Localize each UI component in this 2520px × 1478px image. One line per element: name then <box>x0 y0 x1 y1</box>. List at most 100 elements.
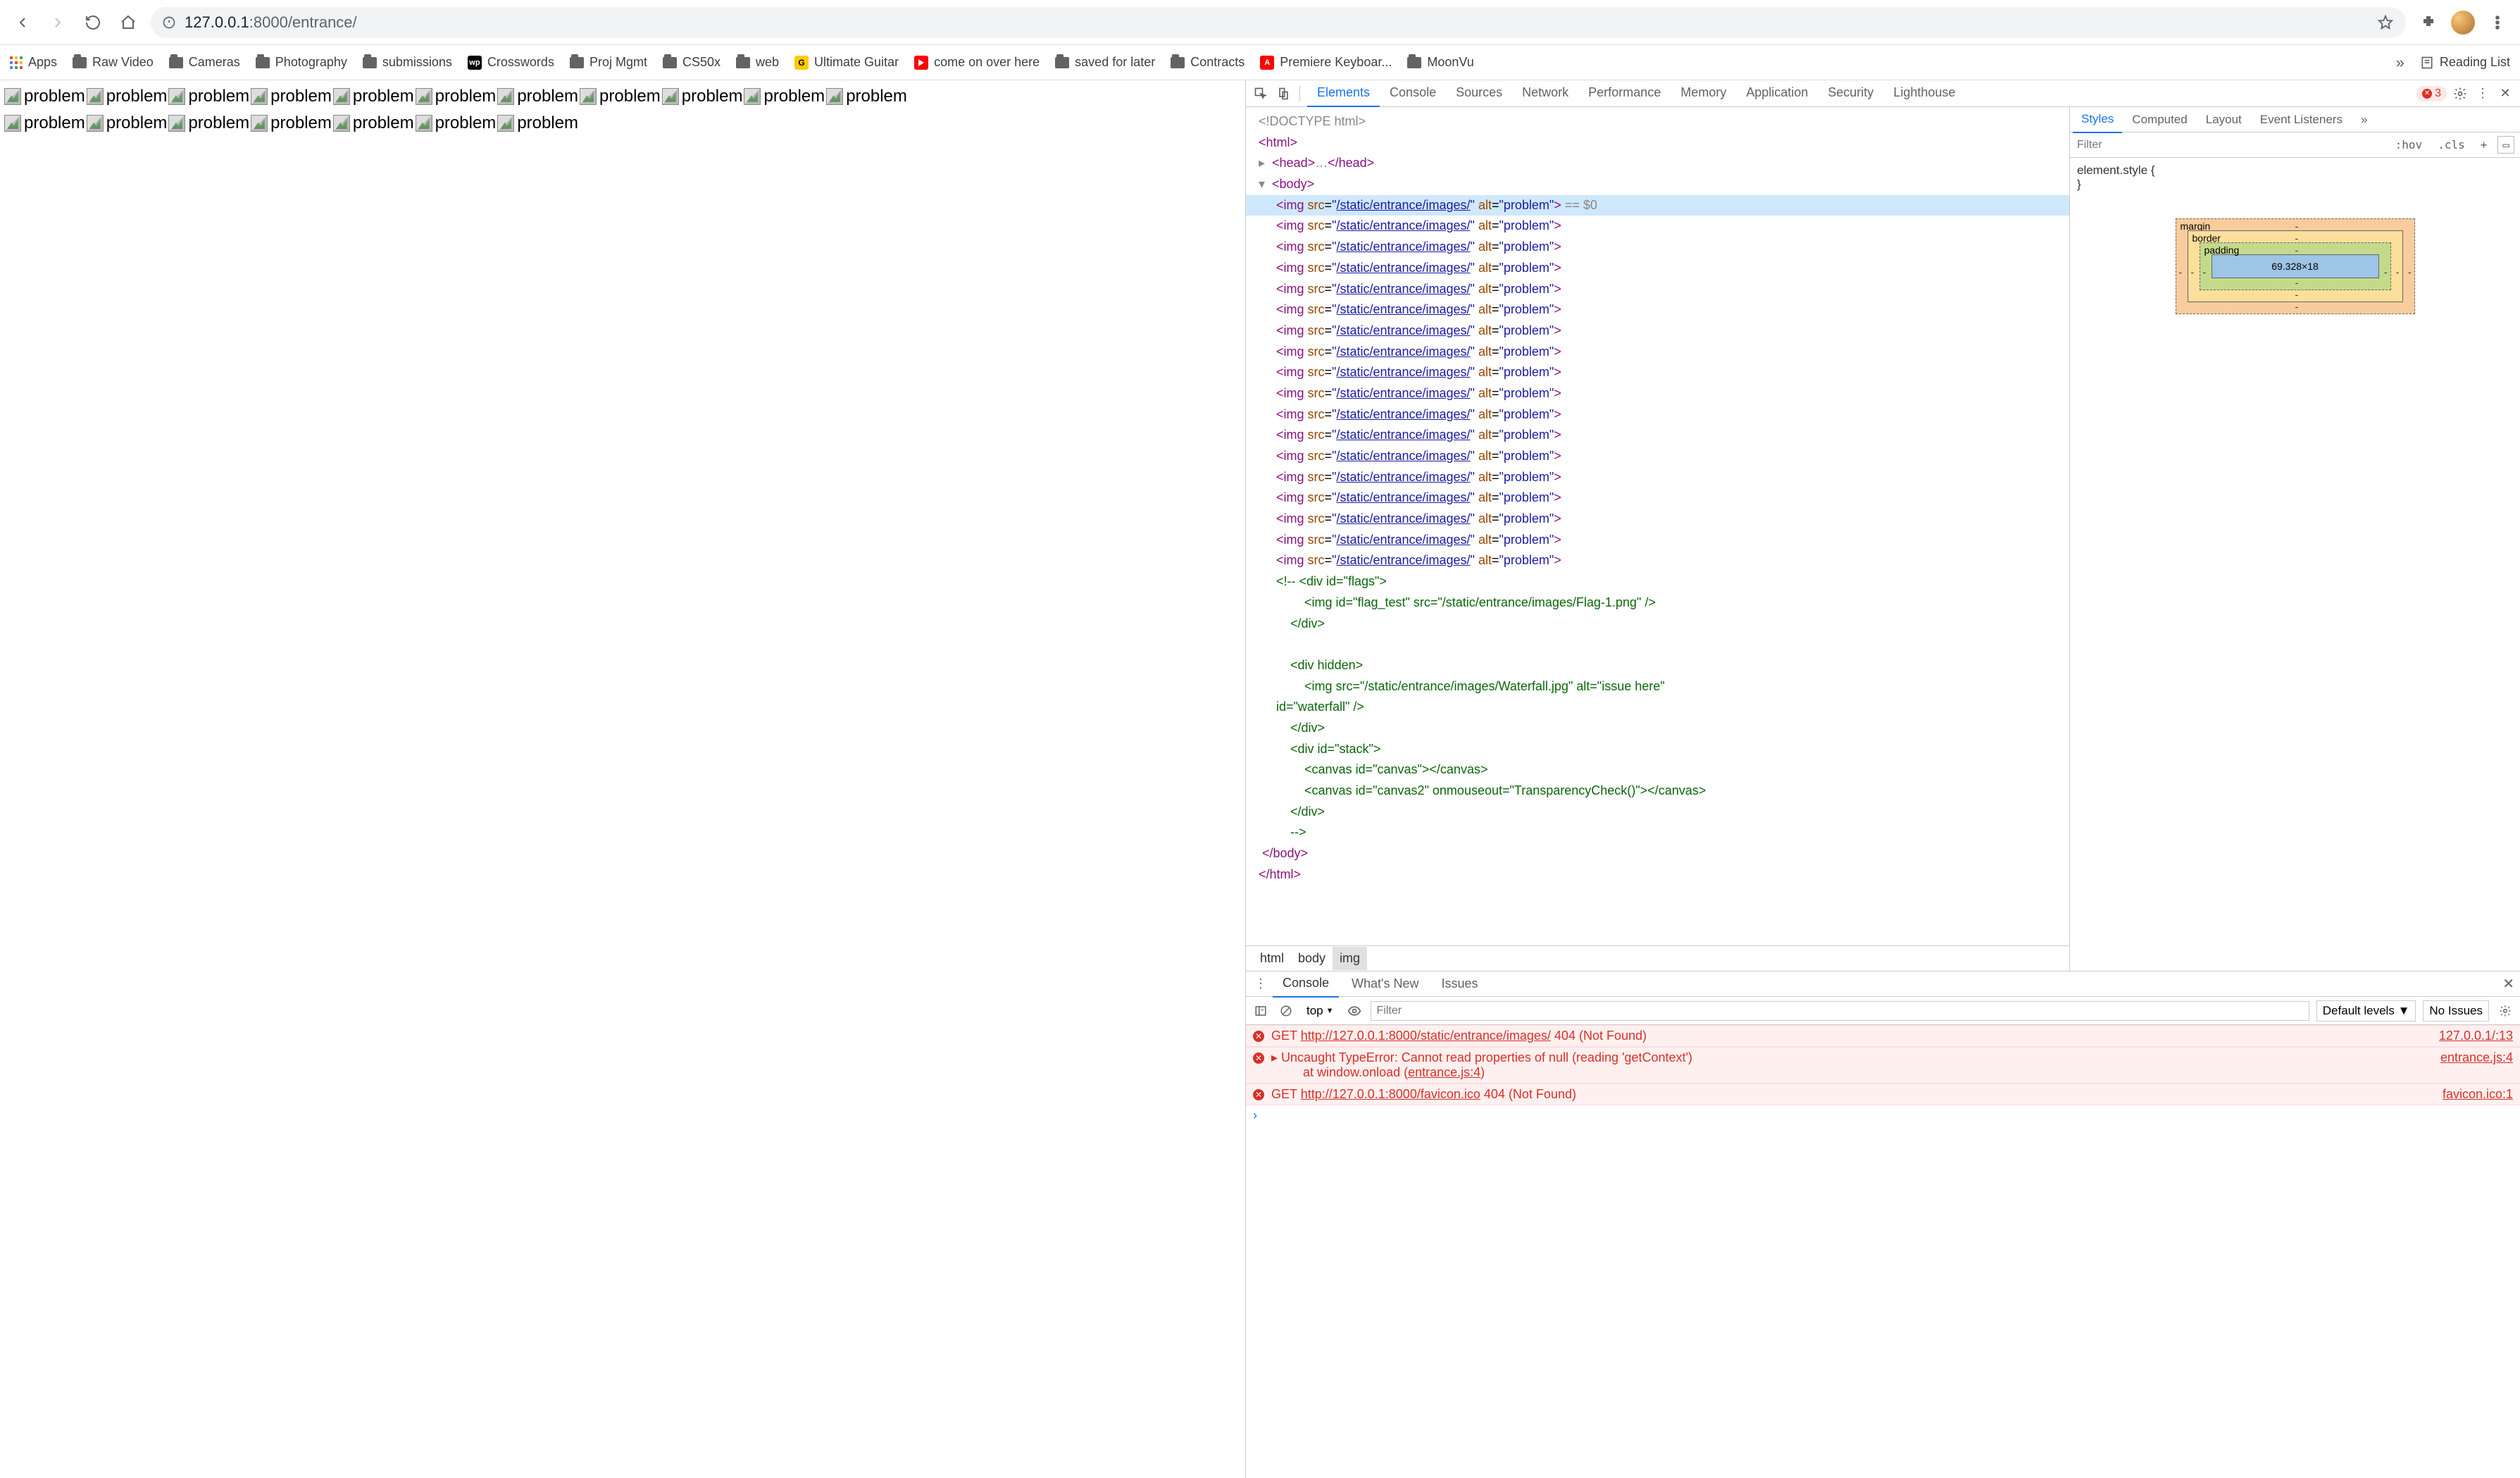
inspect-icon[interactable] <box>1252 85 1270 103</box>
broken-image: problem <box>580 85 661 108</box>
bookmark-item[interactable]: wpCrosswords <box>468 55 554 70</box>
home-button[interactable] <box>116 10 141 35</box>
broken-image: problem <box>4 85 85 108</box>
drawer-tab[interactable]: Console <box>1273 970 1339 998</box>
crumb-body[interactable]: body <box>1291 947 1333 970</box>
new-style-button[interactable]: + <box>2476 136 2493 154</box>
devtools-tab-console[interactable]: Console <box>1380 80 1446 107</box>
bookmark-item[interactable]: submissions <box>363 55 452 70</box>
styles-tab[interactable]: Computed <box>2123 107 2195 132</box>
hov-toggle[interactable]: :hov <box>2390 136 2428 154</box>
console-settings-icon[interactable] <box>2496 1002 2514 1020</box>
devtools-tab-network[interactable]: Network <box>1512 80 1578 107</box>
console-prompt[interactable]: › <box>1246 1105 2520 1126</box>
bookmark-item[interactable]: MoonVu <box>1407 55 1473 70</box>
devtools-tab-application[interactable]: Application <box>1736 80 1818 107</box>
console-context-select[interactable]: top ▼ <box>1302 1002 1338 1019</box>
bookmark-item[interactable]: Contracts <box>1171 55 1245 70</box>
url-text: 127.0.0.1:8000/entrance/ <box>185 13 357 32</box>
broken-image: problem <box>416 85 497 108</box>
devtools-settings-icon[interactable] <box>2451 85 2469 103</box>
cls-toggle[interactable]: .cls <box>2433 136 2470 154</box>
bookmark-item[interactable]: GUltimate Guitar <box>794 55 899 70</box>
devtools-tab-lighthouse[interactable]: Lighthouse <box>1883 80 1965 107</box>
broken-image: problem <box>333 111 414 135</box>
styles-tab[interactable]: Event Listeners <box>2252 107 2351 132</box>
forward-button[interactable] <box>45 10 70 35</box>
devtools-menu-icon[interactable]: ⋮ <box>2474 85 2492 103</box>
styles-tab[interactable]: Styles <box>2073 106 2122 133</box>
broken-image: problem <box>251 111 332 135</box>
bookmark-item[interactable]: APremiere Keyboar... <box>1260 55 1392 70</box>
devtools-tab-performance[interactable]: Performance <box>1578 80 1671 107</box>
log-levels-select[interactable]: Default levels ▼ <box>2316 1000 2416 1021</box>
broken-image: problem <box>416 111 497 135</box>
devtools-tab-elements[interactable]: Elements <box>1307 80 1380 107</box>
broken-image: problem <box>662 85 743 108</box>
styles-sidebar: StylesComputedLayoutEvent Listeners» :ho… <box>2069 107 2520 971</box>
bookmark-item[interactable]: Apps <box>10 55 57 70</box>
live-expr-icon[interactable] <box>1345 1002 1364 1020</box>
drawer-tab[interactable]: What's New <box>1342 971 1428 997</box>
reload-button[interactable] <box>80 10 106 35</box>
reading-list-button[interactable]: Reading List <box>2420 55 2510 70</box>
broken-image: problem <box>168 111 249 135</box>
clear-console-icon[interactable] <box>1277 1002 1295 1020</box>
box-model-diagram[interactable]: margin - - - - border - - - - padding <box>2176 218 2415 314</box>
bookmark-item[interactable]: Raw Video <box>73 55 154 70</box>
broken-image: problem <box>251 85 332 108</box>
console-error-row[interactable]: ✕▸ Uncaught TypeError: Cannot read prope… <box>1246 1047 2520 1083</box>
device-icon[interactable] <box>1274 85 1292 103</box>
devtools-tab-memory[interactable]: Memory <box>1671 80 1736 107</box>
bookmark-item[interactable]: Photography <box>256 55 347 70</box>
console-filter-input[interactable] <box>1371 1001 2309 1021</box>
broken-image: problem <box>87 111 168 135</box>
broken-image: problem <box>168 85 249 108</box>
broken-image: problem <box>87 85 168 108</box>
no-issues-badge[interactable]: No Issues <box>2423 1000 2489 1021</box>
bookmark-item[interactable]: CS50x <box>663 55 721 70</box>
console-sidebar-icon[interactable] <box>1252 1002 1270 1020</box>
profile-avatar[interactable] <box>2451 11 2475 35</box>
devtools-close-icon[interactable]: ✕ <box>2496 85 2514 103</box>
bookmark-item[interactable]: Proj Mgmt <box>570 55 647 70</box>
bookmark-item[interactable]: come on over here <box>914 55 1040 70</box>
dom-breadcrumb[interactable]: html body img <box>1246 945 2069 971</box>
drawer-tab[interactable]: Issues <box>1432 971 1488 997</box>
broken-image: problem <box>497 85 578 108</box>
chrome-menu-icon[interactable] <box>2485 10 2510 35</box>
styles-tabs: StylesComputedLayoutEvent Listeners» <box>2070 107 2520 132</box>
crumb-img[interactable]: img <box>1333 947 1367 970</box>
styles-tab[interactable]: Layout <box>2197 107 2250 132</box>
broken-image: problem <box>4 111 85 135</box>
back-button[interactable] <box>10 10 35 35</box>
console-error-row[interactable]: ✕GET http://127.0.0.1:8000/static/entran… <box>1246 1025 2520 1047</box>
bookmark-item[interactable]: Cameras <box>169 55 240 70</box>
devtools-drawer: ⋮ ConsoleWhat's NewIssues ✕ top ▼ Default… <box>1246 971 2520 1478</box>
address-bar[interactable]: 127.0.0.1:8000/entrance/ <box>151 7 2406 38</box>
devtools-tabs: ElementsConsoleSourcesNetworkPerformance… <box>1246 80 2520 107</box>
bookmarks-overflow[interactable]: » <box>2396 54 2404 72</box>
star-icon[interactable] <box>2376 13 2395 32</box>
devtools-tab-security[interactable]: Security <box>1818 80 1883 107</box>
styles-filter-input[interactable] <box>2076 138 2385 152</box>
styles-more-tabs[interactable]: » <box>2352 107 2376 132</box>
dom-tree[interactable]: <!DOCTYPE html> <html> ▸ <head>…</head> … <box>1246 107 2069 945</box>
bookmarks-bar: Apps Raw Video Cameras Photography submissio… <box>0 45 2520 80</box>
crumb-html[interactable]: html <box>1253 947 1291 970</box>
devtools-tab-sources[interactable]: Sources <box>1446 80 1512 107</box>
error-count-badge[interactable]: ✕3 <box>2416 86 2447 101</box>
bookmark-item[interactable]: saved for later <box>1055 55 1155 70</box>
drawer-close-icon[interactable]: ✕ <box>2502 975 2514 993</box>
console-output[interactable]: ✕GET http://127.0.0.1:8000/static/entran… <box>1246 1025 2520 1126</box>
page-viewport: problemproblemproblemproblemproblemprobl… <box>0 80 1245 1478</box>
element-style-rule[interactable]: element.style { } <box>2070 158 2520 197</box>
broken-image: problem <box>826 85 907 108</box>
broken-image: problem <box>497 111 578 135</box>
console-error-row[interactable]: ✕GET http://127.0.0.1:8000/favicon.ico 4… <box>1246 1083 2520 1105</box>
bookmark-item[interactable]: web <box>736 55 779 70</box>
drawer-menu-icon[interactable]: ⋮ <box>1252 975 1270 993</box>
styles-more-icon[interactable]: ▭ <box>2497 136 2514 154</box>
browser-toolbar: 127.0.0.1:8000/entrance/ <box>0 0 2520 45</box>
extensions-icon[interactable] <box>2416 10 2441 35</box>
